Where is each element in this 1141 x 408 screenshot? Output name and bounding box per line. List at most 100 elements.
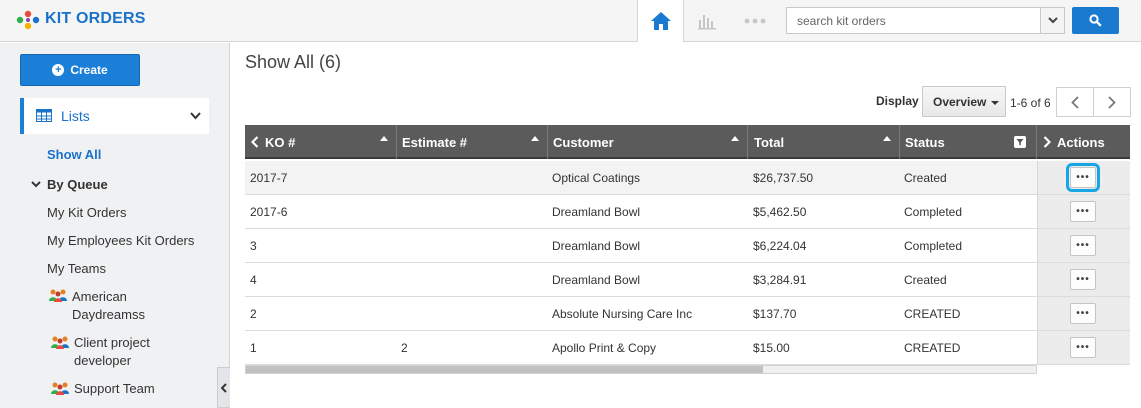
cell-total: $3,284.91 bbox=[753, 272, 807, 287]
cell-ko-number[interactable]: 1 bbox=[250, 331, 257, 364]
home-icon bbox=[650, 12, 671, 30]
display-view-value: Overview bbox=[933, 94, 987, 109]
search-dropdown-toggle[interactable] bbox=[1040, 8, 1064, 33]
team-users-icon bbox=[49, 289, 67, 302]
sidebar-collapse-toggle[interactable] bbox=[217, 367, 230, 408]
sidebar-item-team-client-project-developer[interactable]: Client project developer bbox=[74, 335, 150, 368]
cell-ko-number[interactable]: 2017-6 bbox=[250, 195, 287, 228]
row-actions-button[interactable]: ••• bbox=[1070, 303, 1096, 324]
table-row[interactable]: 2 Absolute Nursing Care Inc $137.70 CREA… bbox=[245, 297, 1130, 331]
cell-total: $5,462.50 bbox=[753, 204, 807, 219]
search-box bbox=[786, 7, 1065, 34]
cell-total: $6,224.04 bbox=[753, 238, 807, 253]
cell-customer[interactable]: Dreamland Bowl bbox=[552, 229, 640, 262]
row-actions-button[interactable]: ••• bbox=[1070, 235, 1096, 256]
ellipsis-icon bbox=[744, 18, 766, 24]
previous-page-button[interactable] bbox=[1056, 87, 1094, 117]
cell-estimate-number[interactable]: 2 bbox=[401, 331, 408, 364]
chevron-right-icon bbox=[1043, 136, 1051, 148]
create-button-label: Create bbox=[70, 63, 108, 77]
sort-ascending-icon[interactable] bbox=[731, 136, 739, 141]
cell-customer[interactable]: Dreamland Bowl bbox=[552, 195, 640, 228]
cell-customer[interactable]: Dreamland Bowl bbox=[552, 263, 640, 296]
cell-actions: ••• bbox=[1037, 263, 1130, 296]
display-view-select[interactable]: Overview bbox=[922, 86, 1006, 117]
row-actions-button[interactable]: ••• bbox=[1070, 201, 1096, 222]
chevron-left-icon bbox=[251, 136, 259, 148]
search-icon bbox=[1089, 14, 1102, 27]
sort-ascending-icon[interactable] bbox=[531, 136, 539, 141]
chevron-down-icon[interactable] bbox=[31, 181, 41, 188]
lists-section-toggle[interactable]: Lists bbox=[20, 98, 209, 134]
chevron-down-icon bbox=[190, 112, 201, 120]
sort-ascending-icon[interactable] bbox=[883, 136, 891, 141]
search-button[interactable] bbox=[1072, 7, 1119, 34]
table-row[interactable]: 3 Dreamland Bowl $6,224.04 Completed ••• bbox=[245, 229, 1130, 263]
cell-actions: ••• bbox=[1037, 229, 1130, 262]
lists-label: Lists bbox=[61, 108, 90, 124]
more-nav-button[interactable] bbox=[730, 0, 780, 42]
chevron-left-icon bbox=[221, 382, 227, 393]
column-header-ko[interactable]: KO # bbox=[245, 125, 397, 159]
sidebar-item-by-queue[interactable]: By Queue bbox=[47, 177, 108, 192]
reports-nav-button[interactable] bbox=[684, 0, 730, 42]
cell-customer[interactable]: Absolute Nursing Care Inc bbox=[552, 297, 692, 330]
cell-status: CREATED bbox=[904, 306, 961, 321]
pagination-count: 1-6 of 6 bbox=[1010, 96, 1051, 110]
table-row[interactable]: 1 2 Apollo Print & Copy $15.00 CREATED •… bbox=[245, 331, 1130, 365]
scrollbar-thumb[interactable] bbox=[246, 366, 763, 373]
column-header-status[interactable]: Status bbox=[900, 125, 1037, 159]
cell-status: Completed bbox=[904, 204, 963, 219]
cell-ko-number[interactable]: 4 bbox=[250, 263, 257, 296]
team-users-icon bbox=[51, 336, 69, 349]
home-nav-button[interactable] bbox=[637, 0, 684, 42]
table-header: KO # Estimate # Customer Total Status Ac… bbox=[245, 125, 1130, 159]
table-row[interactable]: 2017-6 Dreamland Bowl $5,462.50 Complete… bbox=[245, 195, 1130, 229]
sort-ascending-icon[interactable] bbox=[380, 136, 388, 141]
column-header-total[interactable]: Total bbox=[748, 125, 900, 159]
page-title: Show All (6) bbox=[245, 52, 342, 72]
display-label: Display bbox=[876, 94, 919, 108]
table-row[interactable]: 2017-7 Optical Coatings $26,737.50 Creat… bbox=[245, 161, 1130, 195]
cell-actions: ••• bbox=[1037, 161, 1130, 194]
sidebar-item-team-support-team[interactable]: Support Team bbox=[74, 381, 155, 396]
sidebar-item-my-teams[interactable]: My Teams bbox=[47, 261, 106, 276]
next-page-button[interactable] bbox=[1093, 87, 1131, 117]
cell-status: Created bbox=[904, 170, 947, 185]
sidebar-item-my-kit-orders[interactable]: My Kit Orders bbox=[47, 205, 126, 220]
column-header-actions[interactable]: Actions bbox=[1037, 125, 1130, 159]
app-title[interactable]: KIT ORDERS bbox=[45, 10, 146, 28]
team-users-icon bbox=[51, 382, 69, 395]
row-actions-button[interactable]: ••• bbox=[1070, 269, 1096, 290]
sidebar: + Create Lists Show All By Queue My Kit … bbox=[0, 43, 230, 408]
cell-customer[interactable]: Optical Coatings bbox=[552, 161, 640, 194]
cell-total: $26,737.50 bbox=[753, 170, 814, 185]
cell-total: $15.00 bbox=[753, 340, 790, 355]
top-header: KIT ORDERS bbox=[0, 0, 1141, 42]
cell-ko-number[interactable]: 2 bbox=[250, 297, 257, 330]
cell-status: Completed bbox=[904, 238, 963, 253]
cell-ko-number[interactable]: 3 bbox=[250, 229, 257, 262]
horizontal-scrollbar[interactable] bbox=[245, 365, 1037, 374]
chevron-down-icon bbox=[1047, 17, 1058, 24]
create-button[interactable]: + Create bbox=[20, 54, 140, 86]
sidebar-item-my-employees-kit-orders[interactable]: My Employees Kit Orders bbox=[47, 233, 194, 248]
row-actions-button[interactable]: ••• bbox=[1070, 337, 1096, 358]
cell-customer[interactable]: Apollo Print & Copy bbox=[552, 331, 656, 364]
caret-down-icon bbox=[991, 101, 999, 105]
column-header-estimate[interactable]: Estimate # bbox=[397, 125, 548, 159]
search-input[interactable] bbox=[787, 8, 1040, 33]
sidebar-item-team-american-daydreamss[interactable]: American Daydreamss bbox=[72, 289, 145, 322]
row-actions-button[interactable]: ••• bbox=[1066, 163, 1100, 192]
table-row[interactable]: 4 Dreamland Bowl $3,284.91 Created ••• bbox=[245, 263, 1130, 297]
chevron-left-icon bbox=[1071, 95, 1079, 109]
plus-circle-icon: + bbox=[52, 64, 65, 76]
filter-icon[interactable] bbox=[1014, 136, 1026, 148]
sidebar-item-show-all[interactable]: Show All bbox=[47, 147, 101, 162]
cell-actions: ••• bbox=[1037, 195, 1130, 228]
cell-ko-number[interactable]: 2017-7 bbox=[250, 161, 287, 194]
bar-chart-icon bbox=[698, 15, 716, 30]
cell-actions: ••• bbox=[1037, 331, 1130, 364]
column-header-customer[interactable]: Customer bbox=[548, 125, 748, 159]
cell-status: Created bbox=[904, 272, 947, 287]
